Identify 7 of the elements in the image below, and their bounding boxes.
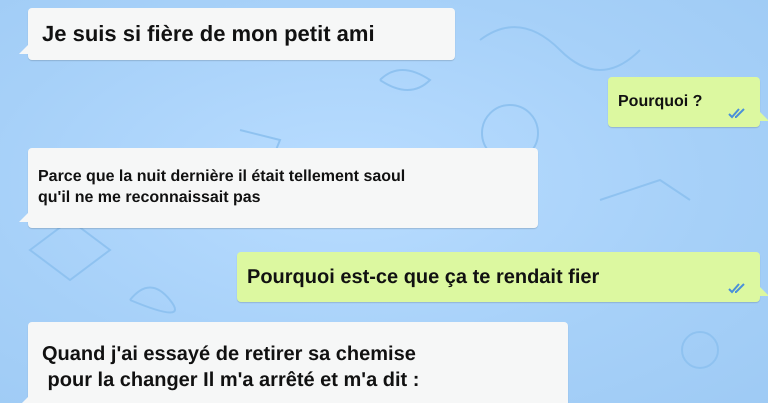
message-text: Je suis si fière de mon petit ami (42, 20, 376, 48)
message-text: Quand j'ai essayé de retirer sa chemise (42, 342, 417, 367)
message-text: Pourquoi ? (618, 92, 704, 112)
message-text: Pourquoi est-ce que ça te rendait fier (247, 265, 600, 290)
message-text: qu'il ne me reconnaissait pas (38, 188, 262, 208)
message-text: pour la changer Il m'a arrêté et m'a dit : (46, 368, 420, 393)
message-text: Parce que la nuit dernière il était tellement saoul (38, 167, 406, 188)
